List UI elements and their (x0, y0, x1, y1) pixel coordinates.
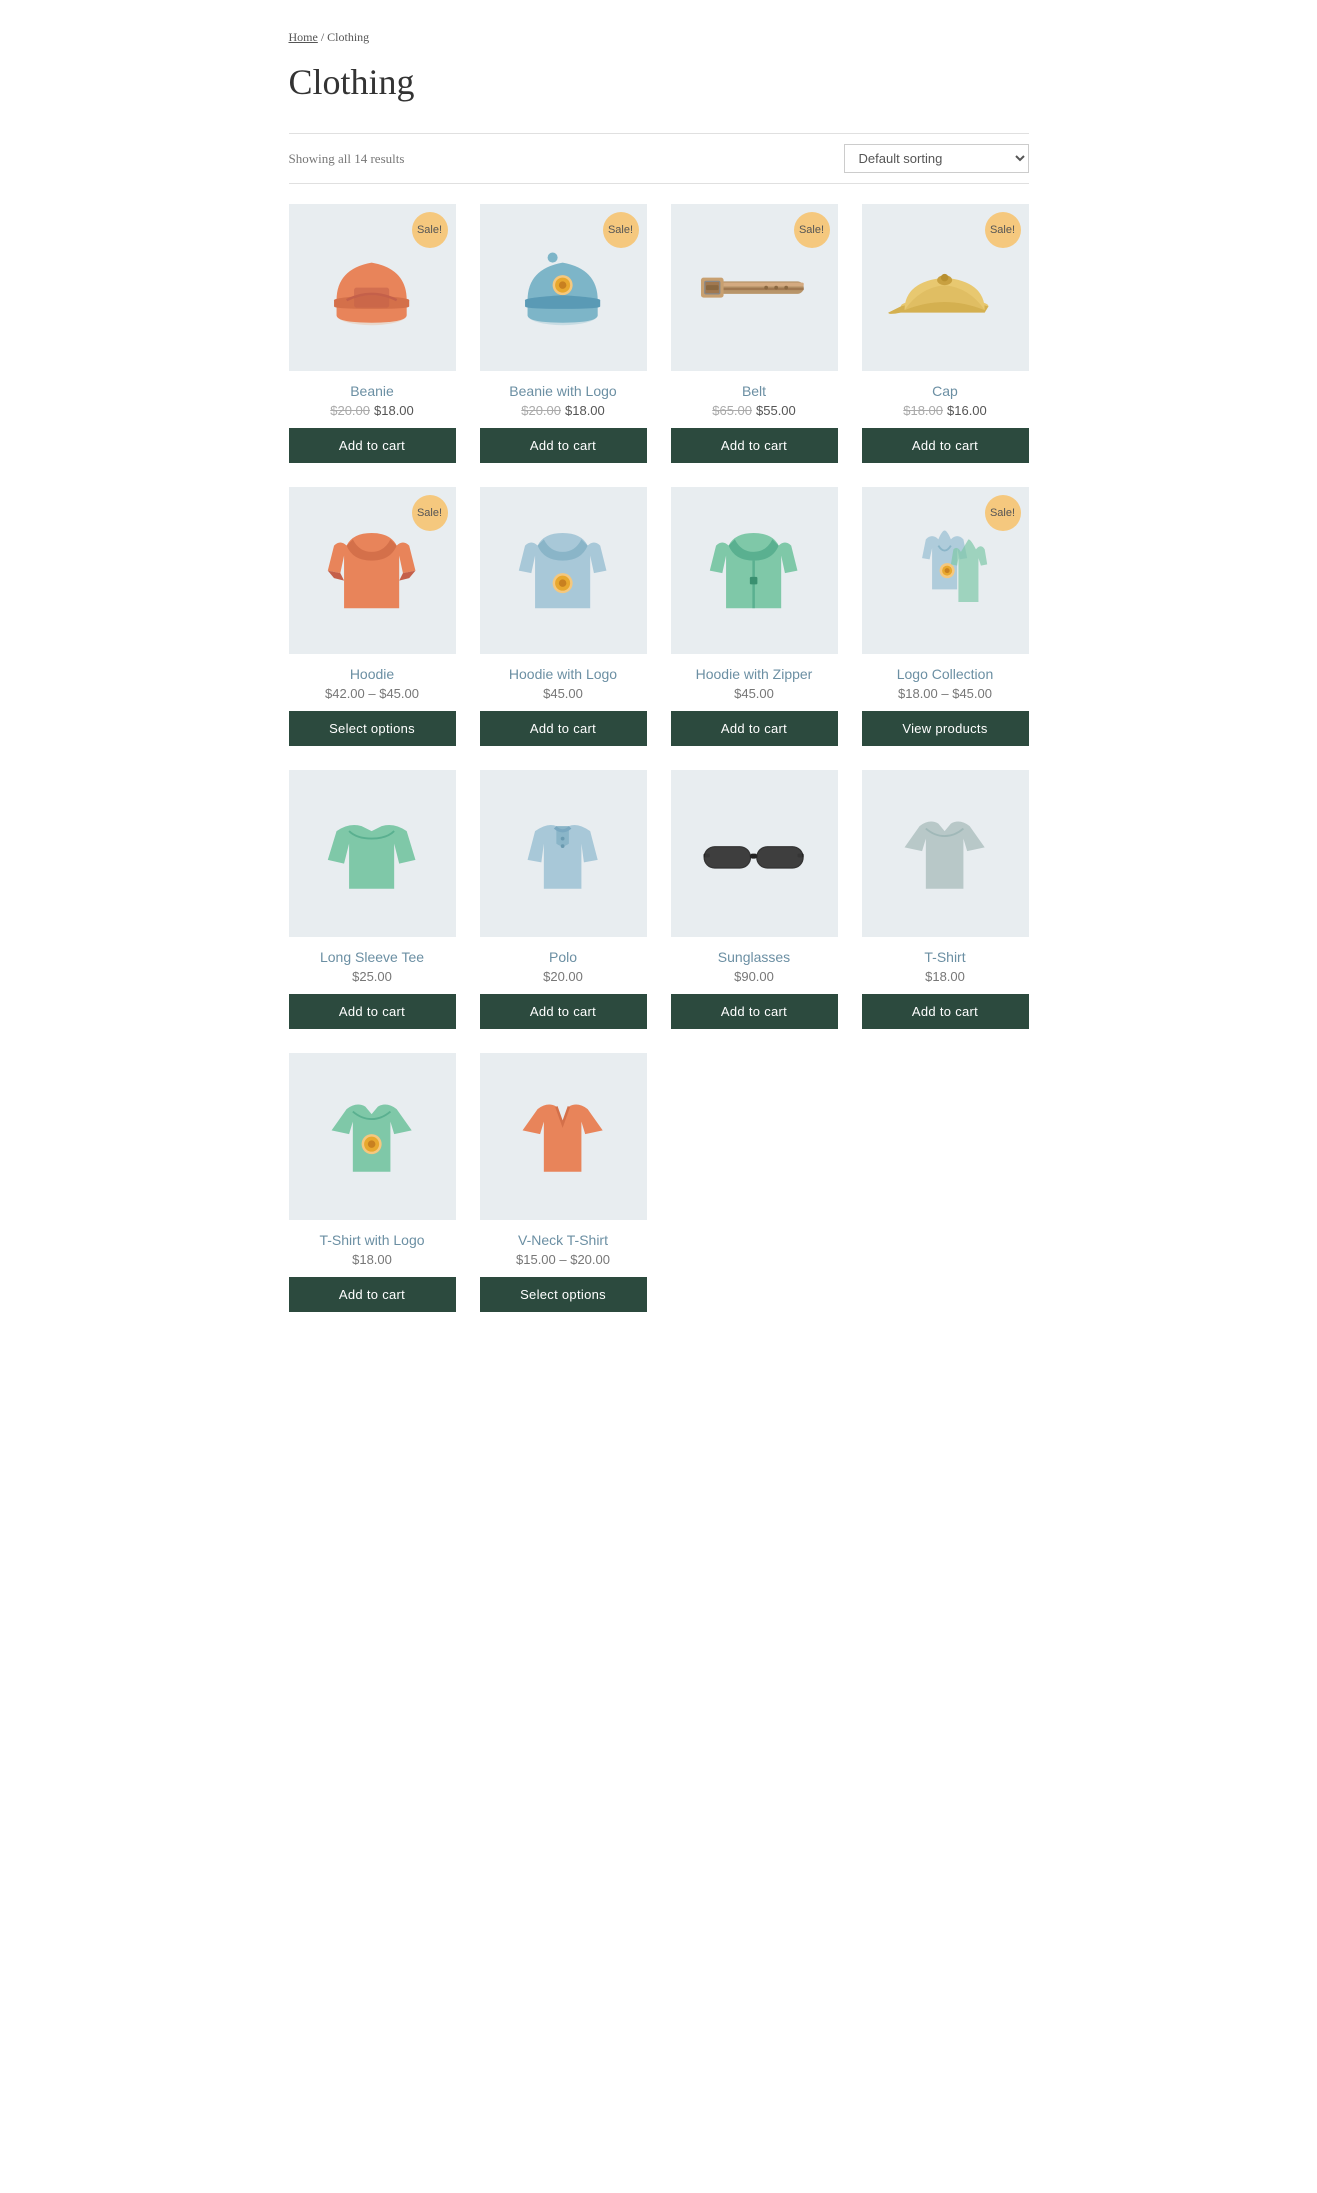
sale-badge: Sale! (794, 212, 830, 248)
sale-badge: Sale! (412, 212, 448, 248)
product-image-hoodie-logo (480, 487, 647, 654)
page-title: Clothing (289, 61, 1029, 103)
product-card-hoodie: Sale! Hoodie $42.00 – $45.00 Select opti… (289, 487, 456, 746)
product-image-sunglasses (671, 770, 838, 937)
product-image-beanie-logo: Sale! (480, 204, 647, 371)
product-card-polo: Polo $20.00 Add to cart (480, 770, 647, 1029)
breadcrumb-current: Clothing (327, 30, 369, 44)
btn-add_to_cart-cap[interactable]: Add to cart (862, 428, 1029, 463)
product-price-hoodie: $42.00 – $45.00 (325, 686, 419, 701)
sale-badge: Sale! (985, 212, 1021, 248)
product-image-belt: Sale! (671, 204, 838, 371)
product-image-hoodie-zipper (671, 487, 838, 654)
product-price-beanie: $20.00$18.00 (330, 403, 414, 418)
product-price-tshirt-logo: $18.00 (352, 1252, 392, 1267)
product-card-tshirt-logo: T-Shirt with Logo $18.00 Add to cart (289, 1053, 456, 1312)
product-card-beanie-logo: Sale! Beanie with Logo $20.00$18.00 Add … (480, 204, 647, 463)
btn-add_to_cart-polo[interactable]: Add to cart (480, 994, 647, 1029)
product-price-belt: $65.00$55.00 (712, 403, 796, 418)
product-name-long-sleeve-tee: Long Sleeve Tee (320, 949, 424, 965)
product-price-hoodie-zipper: $45.00 (734, 686, 774, 701)
products-grid: Sale! Beanie $20.00$18.00 Add to cart Sa… (289, 204, 1029, 1312)
product-card-cap: Sale! Cap $18.00$16.00 Add to cart (862, 204, 1029, 463)
product-card-vneck: V-Neck T-Shirt $15.00 – $20.00 Select op… (480, 1053, 647, 1312)
product-image-long-sleeve-tee (289, 770, 456, 937)
sale-badge: Sale! (603, 212, 639, 248)
product-name-cap: Cap (932, 383, 958, 399)
btn-add_to_cart-hoodie-logo[interactable]: Add to cart (480, 711, 647, 746)
product-image-tshirt (862, 770, 1029, 937)
results-count: Showing all 14 results (289, 151, 405, 167)
product-card-long-sleeve-tee: Long Sleeve Tee $25.00 Add to cart (289, 770, 456, 1029)
product-card-hoodie-logo: Hoodie with Logo $45.00 Add to cart (480, 487, 647, 746)
product-name-hoodie: Hoodie (350, 666, 394, 682)
product-image-hoodie: Sale! (289, 487, 456, 654)
btn-add_to_cart-tshirt-logo[interactable]: Add to cart (289, 1277, 456, 1312)
product-card-hoodie-zipper: Hoodie with Zipper $45.00 Add to cart (671, 487, 838, 746)
product-price-logo-collection: $18.00 – $45.00 (898, 686, 992, 701)
product-card-logo-collection: Sale! Logo Collection $18.00 – $45.00 Vi… (862, 487, 1029, 746)
product-name-logo-collection: Logo Collection (897, 666, 994, 682)
product-name-beanie-logo: Beanie with Logo (509, 383, 616, 399)
product-price-beanie-logo: $20.00$18.00 (521, 403, 605, 418)
product-price-tshirt: $18.00 (925, 969, 965, 984)
btn-view_products-logo-collection[interactable]: View products (862, 711, 1029, 746)
breadcrumb: Home / Clothing (289, 30, 1029, 45)
product-image-tshirt-logo (289, 1053, 456, 1220)
product-card-beanie: Sale! Beanie $20.00$18.00 Add to cart (289, 204, 456, 463)
btn-add_to_cart-beanie-logo[interactable]: Add to cart (480, 428, 647, 463)
product-name-sunglasses: Sunglasses (718, 949, 790, 965)
product-name-vneck: V-Neck T-Shirt (518, 1232, 608, 1248)
btn-add_to_cart-belt[interactable]: Add to cart (671, 428, 838, 463)
product-name-polo: Polo (549, 949, 577, 965)
btn-select_options-hoodie[interactable]: Select options (289, 711, 456, 746)
product-price-long-sleeve-tee: $25.00 (352, 969, 392, 984)
product-name-hoodie-zipper: Hoodie with Zipper (696, 666, 813, 682)
btn-add_to_cart-sunglasses[interactable]: Add to cart (671, 994, 838, 1029)
product-card-tshirt: T-Shirt $18.00 Add to cart (862, 770, 1029, 1029)
sale-badge: Sale! (412, 495, 448, 531)
sale-badge: Sale! (985, 495, 1021, 531)
product-card-belt: Sale! Belt $65.00$55.00 Add to cart (671, 204, 838, 463)
btn-add_to_cart-long-sleeve-tee[interactable]: Add to cart (289, 994, 456, 1029)
btn-select_options-vneck[interactable]: Select options (480, 1277, 647, 1312)
toolbar: Showing all 14 results Default sorting S… (289, 133, 1029, 184)
product-price-hoodie-logo: $45.00 (543, 686, 583, 701)
product-image-polo (480, 770, 647, 937)
btn-add_to_cart-tshirt[interactable]: Add to cart (862, 994, 1029, 1029)
product-image-beanie: Sale! (289, 204, 456, 371)
product-image-vneck (480, 1053, 647, 1220)
page-wrapper: Home / Clothing Clothing Showing all 14 … (229, 0, 1089, 1372)
product-name-tshirt: T-Shirt (924, 949, 965, 965)
product-name-belt: Belt (742, 383, 766, 399)
sort-select[interactable]: Default sorting Sort by popularity Sort … (844, 144, 1029, 173)
product-price-vneck: $15.00 – $20.00 (516, 1252, 610, 1267)
product-name-beanie: Beanie (350, 383, 394, 399)
product-name-hoodie-logo: Hoodie with Logo (509, 666, 617, 682)
breadcrumb-home[interactable]: Home (289, 30, 318, 44)
product-price-cap: $18.00$16.00 (903, 403, 987, 418)
product-price-polo: $20.00 (543, 969, 583, 984)
btn-add_to_cart-hoodie-zipper[interactable]: Add to cart (671, 711, 838, 746)
product-image-logo-collection: Sale! (862, 487, 1029, 654)
btn-add_to_cart-beanie[interactable]: Add to cart (289, 428, 456, 463)
product-image-cap: Sale! (862, 204, 1029, 371)
product-card-sunglasses: Sunglasses $90.00 Add to cart (671, 770, 838, 1029)
product-name-tshirt-logo: T-Shirt with Logo (319, 1232, 424, 1248)
product-price-sunglasses: $90.00 (734, 969, 774, 984)
